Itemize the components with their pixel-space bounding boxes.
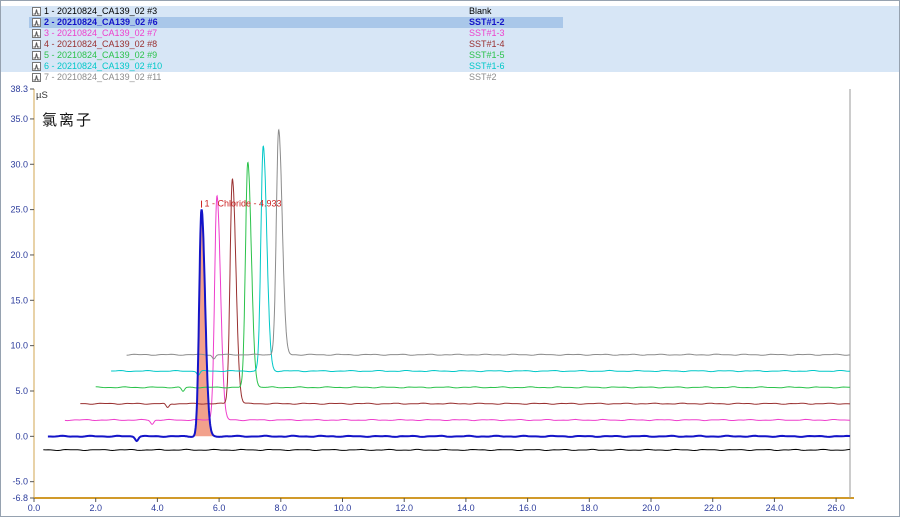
plot-content: 0.0 2.0 4.0 6.0 8.0 10.0 12.0 14.0 16.0 18.0 20.0 2… xyxy=(10,84,854,513)
legend-row-7[interactable]: 7 - 20210824_CA139_02 #11 SST#2 xyxy=(1,72,899,83)
x-axis-tick-label: 24.0 xyxy=(766,503,784,513)
x-axis-tick-label: 8.0 xyxy=(275,503,288,513)
legend-row-5[interactable]: 5 - 20210824_CA139_02 #9 SST#1-5 xyxy=(1,50,899,61)
sample-type-label: SST#1-2 xyxy=(469,17,505,28)
sample-type-label: SST#1-5 xyxy=(469,50,505,61)
x-axis-tick-label: 4.0 xyxy=(151,503,164,513)
y-axis-unit: µS xyxy=(36,90,48,101)
legend-row-1[interactable]: 1 - 20210824_CA139_02 #3 Blank xyxy=(1,6,899,17)
x-axis-tick-label: 6.0 xyxy=(213,503,226,513)
sample-name: 2 - 20210824_CA139_02 #6 xyxy=(44,17,158,28)
y-axis-tick-label: 10.0 xyxy=(10,341,28,351)
trace-sst-1-2[interactable] xyxy=(48,210,850,442)
y-axis-tick-label: 0.0 xyxy=(15,431,28,441)
sample-type-label: Blank xyxy=(469,6,492,17)
sample-name: 1 - 20210824_CA139_02 #3 xyxy=(44,6,157,17)
trace-sst-1-4[interactable] xyxy=(80,179,850,407)
sample-name: 4 - 20210824_CA139_02 #8 xyxy=(44,39,157,50)
sample-type-label: SST#1-3 xyxy=(469,28,505,39)
trace-blank[interactable] xyxy=(43,449,850,450)
x-axis-tick-label: 10.0 xyxy=(334,503,352,513)
y-axis-tick-label: -5.0 xyxy=(12,477,28,487)
sample-name: 5 - 20210824_CA139_02 #9 xyxy=(44,50,157,61)
y-axis-tick-label: 20.0 xyxy=(10,250,28,260)
sample-type-label: SST#1-6 xyxy=(469,61,505,72)
chromatogram-icon xyxy=(32,7,41,16)
legend-panel: 1 - 20210824_CA139_02 #3Blank2 - 2021082… xyxy=(1,1,899,86)
trace-sst-1-3[interactable] xyxy=(65,196,850,424)
sample-name: 6 - 20210824_CA139_02 #10 xyxy=(44,61,162,72)
x-axis-tick-label: 22.0 xyxy=(704,503,722,513)
trace-sst-1-5[interactable] xyxy=(96,163,850,392)
y-axis-tick-label: -6.8 xyxy=(12,493,28,503)
y-axis-tick-label: 5.0 xyxy=(15,386,28,396)
chromatogram-icon xyxy=(32,73,41,82)
chart-title: 氯离子 xyxy=(42,112,93,129)
legend-row-2[interactable]: 2 - 20210824_CA139_02 #6 SST#1-2 xyxy=(1,17,899,28)
sample-type-label: SST#1-4 xyxy=(469,39,505,50)
legend-row-4[interactable]: 4 - 20210824_CA139_02 #8 SST#1-4 xyxy=(1,39,899,50)
chromatogram-icon xyxy=(32,40,41,49)
chromatogram-icon xyxy=(32,51,41,60)
sample-type-label: SST#2 xyxy=(469,72,497,83)
y-axis-tick-label: 15.0 xyxy=(10,295,28,305)
y-axis-tick-label: 25.0 xyxy=(10,205,28,215)
sample-name: 7 - 20210824_CA139_02 #11 xyxy=(44,72,161,83)
sample-name: 3 - 20210824_CA139_02 #7 xyxy=(44,28,157,39)
x-axis-tick-label: 2.0 xyxy=(89,503,102,513)
y-axis-tick-label: 35.0 xyxy=(10,114,28,124)
x-axis-tick-label: 16.0 xyxy=(519,503,537,513)
legend-row-3[interactable]: 3 - 20210824_CA139_02 #7 SST#1-3 xyxy=(1,28,899,39)
x-axis-tick-label: 14.0 xyxy=(457,503,475,513)
x-axis-tick-label: 20.0 xyxy=(642,503,660,513)
x-axis-tick-label: 26.0 xyxy=(827,503,845,513)
chromatogram-icon xyxy=(32,62,41,71)
chromatography-window: µS 氯离子 0.0 2.0 4.0 6.0 8.0 10.0 12.0 14.0 16.0 18… xyxy=(0,0,900,517)
chromatogram-icon xyxy=(32,29,41,38)
peak-annotation-label: 1 - Chloride - 4.933 xyxy=(205,199,282,209)
legend-row-6[interactable]: 6 - 20210824_CA139_02 #10 SST#1-6 xyxy=(1,61,899,72)
x-axis-tick-label: 0.0 xyxy=(28,503,41,513)
y-axis-tick-label: 30.0 xyxy=(10,159,28,169)
x-axis-tick-label: 12.0 xyxy=(395,503,413,513)
chromatogram-icon xyxy=(32,18,41,27)
x-axis-tick-label: 18.0 xyxy=(581,503,599,513)
